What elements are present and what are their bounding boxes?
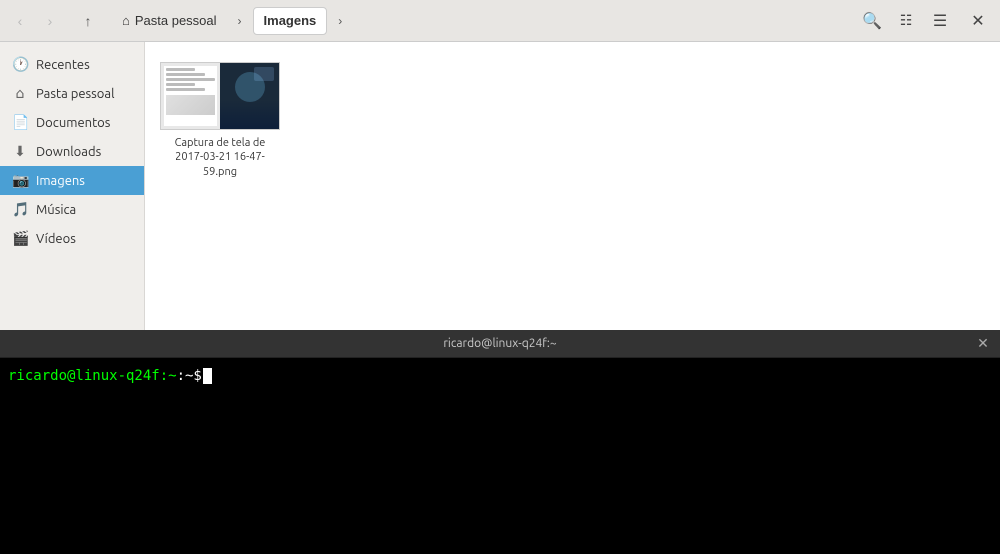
up-button[interactable]: ↑ bbox=[74, 7, 102, 35]
breadcrumb-home-label: Pasta pessoal bbox=[135, 13, 217, 28]
toolbar-right: 🔍 ☷ ☰ ✕ bbox=[856, 5, 994, 37]
sidebar-item-label: Imagens bbox=[36, 174, 85, 188]
toolbar: ‹ › ↑ ⌂ Pasta pessoal › Imagens › 🔍 bbox=[0, 0, 1000, 42]
sidebar-item-downloads[interactable]: ⬇ Downloads bbox=[0, 137, 144, 166]
terminal-window: ricardo@linux-q24f:~ ✕ ricardo@linux-q24… bbox=[0, 330, 1000, 554]
clock-icon: 🕐 bbox=[12, 56, 28, 73]
thumb-right bbox=[220, 62, 279, 130]
main-content: 🕐 Recentes ⌂ Pasta pessoal 📄 Documentos … bbox=[0, 42, 1000, 330]
sidebar-item-label: Vídeos bbox=[36, 232, 76, 246]
back-icon: ‹ bbox=[18, 13, 23, 29]
sidebar-item-recentes[interactable]: 🕐 Recentes bbox=[0, 50, 144, 79]
file-area: Captura de tela de 2017-03-21 16-47-59.p… bbox=[145, 42, 1000, 330]
document-icon: 📄 bbox=[12, 114, 28, 131]
cursor bbox=[203, 368, 212, 384]
music-icon: 🎵 bbox=[12, 201, 28, 218]
thumb-window bbox=[254, 67, 274, 81]
forward-button[interactable]: › bbox=[36, 7, 64, 35]
file-thumbnail bbox=[160, 62, 280, 130]
thumb-line-1 bbox=[166, 68, 195, 71]
images-icon: 📷 bbox=[12, 172, 28, 189]
sidebar-item-label: Recentes bbox=[36, 58, 90, 72]
sidebar: 🕐 Recentes ⌂ Pasta pessoal 📄 Documentos … bbox=[0, 42, 145, 330]
breadcrumb: ⌂ Pasta pessoal › Imagens › bbox=[112, 7, 351, 35]
breadcrumb-separator[interactable]: › bbox=[229, 7, 251, 35]
sidebar-item-musica[interactable]: 🎵 Música bbox=[0, 195, 144, 224]
download-icon: ⬇ bbox=[12, 143, 28, 160]
sidebar-item-videos[interactable]: 🎬 Vídeos bbox=[0, 224, 144, 253]
sidebar-item-label: Downloads bbox=[36, 145, 101, 159]
sidebar-item-pasta-pessoal[interactable]: ⌂ Pasta pessoal bbox=[0, 79, 144, 108]
sidebar-item-label: Pasta pessoal bbox=[36, 87, 114, 101]
terminal-titlebar: ricardo@linux-q24f:~ ✕ bbox=[0, 330, 1000, 358]
search-button[interactable]: 🔍 bbox=[856, 5, 888, 37]
view-toggle-button[interactable]: ☷ bbox=[890, 5, 922, 37]
back-button[interactable]: ‹ bbox=[6, 7, 34, 35]
thumb-line-5 bbox=[166, 88, 205, 91]
file-manager-window: ‹ › ↑ ⌂ Pasta pessoal › Imagens › 🔍 bbox=[0, 0, 1000, 330]
terminal-close-icon: ✕ bbox=[977, 335, 989, 352]
sidebar-item-documentos[interactable]: 📄 Documentos bbox=[0, 108, 144, 137]
video-icon: 🎬 bbox=[12, 230, 28, 247]
terminal-title: ricardo@linux-q24f:~ bbox=[443, 337, 556, 350]
breadcrumb-home-button[interactable]: ⌂ Pasta pessoal bbox=[112, 7, 227, 35]
thumb-inner bbox=[164, 66, 217, 126]
thumb-line-3 bbox=[166, 78, 215, 81]
file-item[interactable]: Captura de tela de 2017-03-21 16-47-59.p… bbox=[160, 57, 280, 184]
breadcrumb-current-label: Imagens bbox=[264, 13, 317, 28]
prompt-user: ricardo@linux-q24f:~ bbox=[8, 368, 177, 384]
breadcrumb-current-button[interactable]: Imagens bbox=[253, 7, 328, 35]
thumb-line-4 bbox=[166, 83, 195, 86]
home-icon: ⌂ bbox=[12, 85, 28, 102]
sidebar-item-label: Música bbox=[36, 203, 76, 217]
prompt-symbol: :~$ bbox=[177, 368, 202, 384]
menu-button[interactable]: ☰ bbox=[924, 5, 956, 37]
up-icon: ↑ bbox=[85, 13, 92, 29]
file-grid: Captura de tela de 2017-03-21 16-47-59.p… bbox=[160, 57, 985, 184]
home-icon: ⌂ bbox=[122, 13, 130, 28]
search-icon: 🔍 bbox=[862, 11, 882, 31]
terminal-prompt: ricardo@linux-q24f:~ :~$ bbox=[8, 368, 992, 384]
forward-icon: › bbox=[48, 13, 53, 29]
thumb-left bbox=[161, 62, 220, 130]
file-name: Captura de tela de 2017-03-21 16-47-59.p… bbox=[165, 136, 275, 179]
sidebar-item-imagens[interactable]: 📷 Imagens bbox=[0, 166, 144, 195]
menu-icon: ☰ bbox=[933, 11, 947, 31]
view-icon: ☷ bbox=[900, 12, 913, 29]
window-close-button[interactable]: ✕ bbox=[962, 5, 994, 37]
breadcrumb-expand-button[interactable]: › bbox=[329, 7, 351, 35]
terminal-close-button[interactable]: ✕ bbox=[972, 333, 994, 355]
thumb-line-2 bbox=[166, 73, 205, 76]
close-icon: ✕ bbox=[971, 11, 984, 31]
terminal-body[interactable]: ricardo@linux-q24f:~ :~$ bbox=[0, 358, 1000, 554]
thumb-preview bbox=[166, 95, 215, 115]
sidebar-item-label: Documentos bbox=[36, 116, 110, 130]
